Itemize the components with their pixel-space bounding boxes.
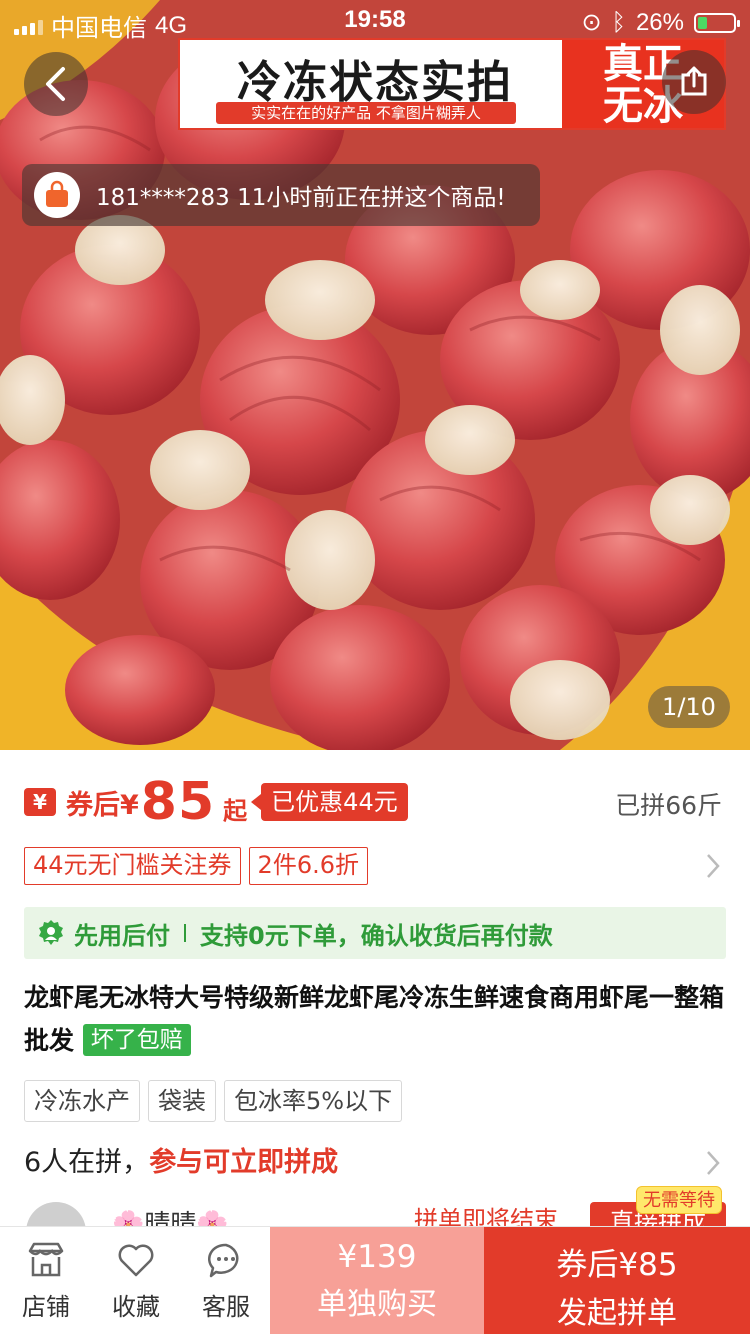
favorite-button[interactable]: 收藏 <box>96 1241 176 1322</box>
group-ending-text: 拼单即将结束 <box>414 1206 558 1228</box>
shop-button[interactable]: 店铺 <box>6 1241 86 1322</box>
group-member-name: 🌸晴晴🌸 <box>112 1210 229 1228</box>
back-button[interactable] <box>24 52 88 116</box>
product-title: 龙虾尾无冰特大号特级新鲜龙虾尾冷冻生鲜速食商用虾尾一整箱批发 坏了包赔 <box>24 976 730 1062</box>
toast-text: 181****283 11小时前正在拼这个商品! <box>96 185 506 211</box>
product-image-carousel[interactable]: 中国电信 4G 19:58 ⊙ ᛒ 26% 冷冻状态实拍 实实在在的好产品 不拿… <box>0 0 750 750</box>
sold-count: 已拼66斤 <box>615 791 722 820</box>
chat-bubble-icon <box>208 1243 239 1278</box>
alone-price: ¥139 <box>337 1239 417 1275</box>
yen-icon: ¥ <box>24 788 56 816</box>
photo-banner: 冷冻状态实拍 实实在在的好产品 不拿图片糊弄人 真正 无冰 <box>178 38 726 130</box>
store-icon <box>28 1242 64 1277</box>
price-prefix: 券后¥ <box>66 789 139 821</box>
share-icon <box>681 66 707 96</box>
image-pager: 1/10 <box>648 686 730 728</box>
tag-frozen-seafood: 冷冻水产 <box>24 1080 140 1122</box>
guarantee-badge: 坏了包赔 <box>82 1024 191 1056</box>
banner-title: 冷冻状态实拍 <box>237 57 513 108</box>
shop-label: 店铺 <box>22 1293 70 1321</box>
discount-tag: 已优惠44元 <box>251 783 408 821</box>
bluetooth-icon: ᛒ <box>611 8 626 36</box>
favorite-label: 收藏 <box>112 1293 160 1321</box>
shopping-bag-icon <box>46 180 68 207</box>
tag-bagged: 袋装 <box>148 1080 216 1122</box>
tag-ice-rate: 包冰率5%以下 <box>224 1080 403 1122</box>
chevron-right-icon <box>707 854 720 878</box>
group-price: 券后¥85 <box>556 1247 678 1283</box>
group-activity-toast: 181****283 11小时前正在拼这个商品! <box>22 164 540 226</box>
group-label: 发起拼单 <box>557 1296 677 1331</box>
price-suffix: 起 <box>223 796 248 825</box>
battery-icon <box>694 12 740 33</box>
service-label: 客服 <box>202 1293 250 1321</box>
group-count: 6人在拼， <box>24 1147 150 1178</box>
coupon-follow[interactable]: 44元无门槛关注券 <box>24 847 241 885</box>
pay-after-description: 支持0元下单，确认收货后再付款 <box>200 921 553 950</box>
no-wait-badge: 无需等待 <box>636 1186 722 1214</box>
status-bar: 中国电信 4G 19:58 ⊙ ᛒ 26% <box>0 0 750 42</box>
price-value: 85 <box>140 772 216 832</box>
toast-avatar <box>34 172 80 218</box>
share-button[interactable] <box>662 50 726 114</box>
customer-service-button[interactable]: 客服 <box>186 1241 266 1322</box>
coupon-multi-buy[interactable]: 2件6.6折 <box>248 847 368 885</box>
alone-label: 单独购买 <box>317 1287 437 1322</box>
rotation-lock-icon: ⊙ <box>581 9 602 36</box>
price-row: ¥ 券后¥ 85 起 已优惠44元 已拼66斤 <box>24 772 726 832</box>
product-info: ¥ 券后¥ 85 起 已优惠44元 已拼66斤 44元无门槛关注券 2件6.6折… <box>0 750 750 1228</box>
chevron-left-icon <box>46 67 65 101</box>
pay-after-banner[interactable]: 先用后付 支持0元下单，确认收货后再付款 <box>24 907 726 959</box>
group-buy-row[interactable]: 6人在拼，参与可立即拼成 <box>24 1140 726 1186</box>
start-group-button[interactable]: 券后¥85 发起拼单 <box>484 1227 750 1334</box>
pay-after-title: 先用后付 <box>74 921 170 950</box>
pay-after-divider <box>184 924 186 942</box>
chevron-right-icon <box>707 1151 720 1175</box>
buy-alone-button[interactable]: ¥139 单独购买 <box>270 1227 484 1334</box>
pay-after-badge-icon <box>39 920 63 945</box>
product-tags: 冷冻水产 袋装 包冰率5%以下 <box>24 1080 403 1122</box>
coupon-row[interactable]: 44元无门槛关注券 2件6.6折 <box>24 847 726 885</box>
banner-subtitle: 实实在在的好产品 不拿图片糊弄人 <box>216 102 516 124</box>
battery-percent: 26% <box>635 8 684 36</box>
group-join-text: 参与可立即拼成 <box>149 1147 339 1178</box>
bottom-action-bar: 店铺 收藏 客服 ¥139 单独购买 券后¥85 发起拼单 <box>0 1226 750 1334</box>
avatar <box>26 1202 86 1228</box>
heart-icon <box>118 1244 154 1277</box>
